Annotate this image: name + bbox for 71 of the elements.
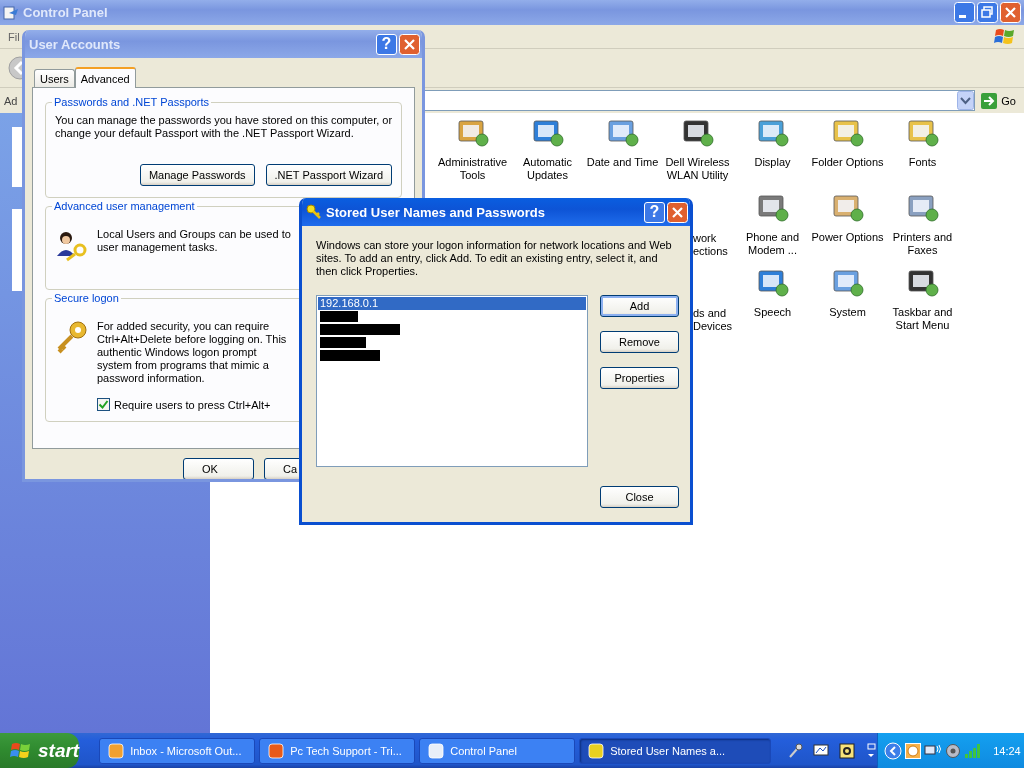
window-title: Stored User Names and Passwords	[326, 204, 546, 220]
close-button[interactable]	[399, 33, 420, 55]
help-icon[interactable]	[839, 742, 856, 759]
key-icon	[306, 204, 322, 220]
clock-icon[interactable]	[905, 742, 922, 759]
tab[interactable]: Advanced	[74, 67, 136, 88]
checkbox-label[interactable]: Require users to press Ctrl+Alt+	[114, 398, 271, 411]
applet-label[interactable]: ds and Devices	[693, 307, 733, 333]
tab[interactable]: Users	[34, 69, 75, 87]
redaction-bar	[320, 337, 366, 348]
applet-label[interactable]: work ections	[693, 232, 728, 258]
arrow-icon	[981, 92, 998, 109]
help-button[interactable]: ?	[376, 33, 397, 55]
close-button[interactable]	[1000, 2, 1021, 23]
dialog-button[interactable]: OK	[183, 458, 254, 479]
flag-logo-icon	[10, 740, 32, 761]
applet-label[interactable]: Administrative Tools	[437, 156, 508, 182]
description-text: For added security, you can require Ctrl+Alt+Delete before logging on. This authentic Windows logon prompt system from programs that mimic a password information.	[97, 320, 287, 385]
applet-label[interactable]: Speech	[753, 306, 792, 319]
applet-label[interactable]: Phone and Modem ...	[745, 231, 800, 257]
taskbar-button[interactable]: Control Panel	[419, 737, 576, 764]
applet-label[interactable]: Display	[754, 156, 791, 169]
window-title: User Accounts	[29, 36, 122, 52]
applet-label[interactable]: Date and Time	[586, 156, 659, 169]
app-icon	[108, 742, 125, 759]
applet-label[interactable]: Automatic Updates	[523, 156, 572, 182]
control-panel-icon	[3, 4, 19, 21]
applet-label[interactable]: Power Options	[811, 231, 884, 244]
taskbar-button[interactable]: Stored User Names a...	[579, 737, 772, 764]
minimize-button[interactable]	[954, 2, 975, 23]
task-pane-panel	[12, 127, 22, 187]
group-title: Advanced user management	[53, 200, 196, 212]
language-bar-icon[interactable]	[813, 742, 830, 759]
dialog-button[interactable]: Remove	[600, 331, 679, 353]
close-button[interactable]	[667, 201, 688, 223]
speaker-icon[interactable]	[945, 742, 962, 759]
maximize-button[interactable]	[977, 2, 998, 23]
menu-item[interactable]: Fil	[8, 30, 20, 43]
flag-logo-icon	[994, 26, 1016, 47]
applet-label[interactable]: Printers and Faxes	[892, 231, 953, 257]
dialog-button[interactable]: Manage Passwords	[139, 164, 255, 186]
applet-label[interactable]: Folder Options	[811, 156, 884, 169]
go-button[interactable]: Go	[979, 92, 1024, 109]
applet-label[interactable]: Dell Wireless WLAN Utility	[665, 156, 730, 182]
checkbox[interactable]	[97, 398, 110, 411]
description-text: Windows can store your logon information for network locations and Web sites. To add an entry, click Add. To edit an existing entry, select it, and then click Properties.	[316, 239, 673, 278]
app-icon	[588, 742, 605, 759]
group-title: Secure logon	[53, 292, 120, 304]
taskbar-button[interactable]: Inbox - Microsoft Out...	[99, 737, 256, 764]
description-text: Local Users and Groups can be used to user management tasks.	[97, 228, 291, 255]
taskbar-button[interactable]: Pc Tech Support - Tri...	[259, 737, 416, 764]
redaction-bar	[320, 311, 358, 322]
window-title: Control Panel	[23, 5, 109, 20]
description-text: You can manage the passwords you have stored on this computer, or change your default Passport with the .NET Passport Wizard.	[55, 114, 393, 140]
key-icon	[55, 320, 89, 354]
applet-label[interactable]: Taskbar and Start Menu	[892, 306, 953, 332]
redaction-bar	[320, 350, 380, 361]
group-title: Passwords and .NET Passports	[53, 96, 211, 108]
close-dialog-button[interactable]: Close	[600, 486, 679, 508]
applet-label[interactable]: System	[829, 306, 866, 319]
dialog-button[interactable]: Add	[600, 295, 679, 317]
help-button[interactable]: ?	[644, 201, 665, 223]
address-label: Ad	[4, 94, 18, 107]
dialog-button[interactable]: .NET Passport Wizard	[265, 164, 393, 186]
app-icon	[428, 742, 445, 759]
list-item[interactable]: 192.168.0.1	[318, 297, 586, 310]
microphone-icon[interactable]	[787, 742, 804, 759]
restore-icon[interactable]	[865, 742, 878, 759]
dialog-button[interactable]: Properties	[600, 367, 679, 389]
applet-label[interactable]: Fonts	[908, 156, 937, 169]
app-icon	[268, 742, 285, 759]
